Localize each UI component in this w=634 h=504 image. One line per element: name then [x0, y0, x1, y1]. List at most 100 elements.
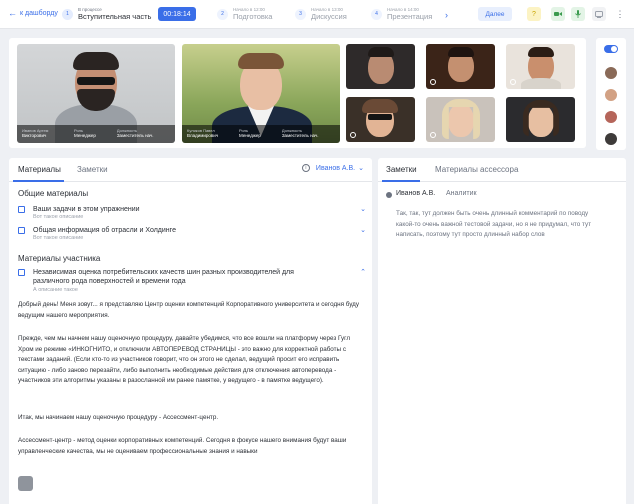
chevron-down-icon[interactable]: ⌄: [360, 226, 366, 234]
video-tile-small[interactable]: [506, 44, 575, 89]
document-icon: [18, 206, 25, 213]
caption-name-last: Викторович: [22, 133, 47, 138]
material-title-line-1: Независимая оценка потребительских качес…: [33, 269, 294, 276]
chevron-up-icon[interactable]: ⌃: [360, 268, 366, 276]
avatar[interactable]: [605, 133, 617, 145]
participant-video: [426, 44, 495, 89]
step-name: Дискуссия: [311, 12, 347, 21]
note-role: Аналитик: [446, 190, 477, 197]
caption-name-last: Владимирович: [187, 133, 219, 138]
participant-materials-title: Материалы участника: [18, 254, 101, 263]
material-item[interactable]: Ваши задачи в этом упражнении Вот такое …: [18, 205, 366, 223]
top-bar: ← к дашборду 1 В процессе Вступительная …: [0, 0, 634, 29]
step-name: Вступительная часть: [78, 12, 152, 21]
screen-share-icon: [595, 10, 603, 18]
caption-role-value: Менеджер: [74, 133, 96, 138]
material-title: Общая информация об отрасли и Холдинге: [33, 227, 176, 234]
user-icon: [386, 192, 392, 198]
chevron-down-icon: ⌄: [358, 165, 364, 172]
step-1[interactable]: 1 В процессе Вступительная часть: [62, 6, 151, 22]
avatar[interactable]: [605, 67, 617, 79]
camera-icon: [554, 12, 562, 16]
screen-share-button[interactable]: [592, 7, 606, 21]
note-author: Иванов А.В.: [396, 190, 436, 197]
material-paragraph: Прежде, чем мы начнем нашу оценочную про…: [18, 335, 351, 384]
tab-assessor-materials[interactable]: Материалы ассессора: [435, 165, 518, 174]
caption-position-value: Заместитель нач.: [116, 133, 154, 138]
avatar[interactable]: [605, 111, 617, 123]
participant-video: [506, 97, 575, 142]
step-name: Подготовка: [233, 12, 273, 21]
tab-materials[interactable]: Материалы: [18, 165, 61, 174]
microphone-off-icon: [430, 79, 436, 85]
step-2[interactable]: 2 Начало в 12:00 Подготовка: [217, 6, 272, 22]
chevron-down-icon[interactable]: ⌄: [360, 205, 366, 213]
common-materials-title: Общие материалы: [18, 189, 89, 198]
microphone-off-icon: [430, 132, 436, 138]
document-icon: [18, 227, 25, 234]
microphone-button[interactable]: [571, 7, 585, 21]
participant-video: [346, 97, 415, 142]
microphone-icon: [575, 10, 581, 18]
step-3[interactable]: 3 Начало в 13:00 Дискуссия: [295, 6, 347, 22]
back-label: к дашборду: [20, 9, 58, 17]
microphone-off-icon: [350, 132, 356, 138]
material-desc: А описание такое: [33, 287, 78, 293]
next-button[interactable]: Далее: [478, 7, 512, 21]
material-paragraph: Итак, мы начинаем нашу оценочную процеду…: [18, 414, 219, 421]
materials-tabs: Материалы Заметки i Иванов А.В. ⌄: [9, 158, 372, 182]
camera-button[interactable]: [551, 7, 565, 21]
video-tile-small[interactable]: [346, 97, 415, 142]
step-number: 2: [217, 8, 228, 20]
step-number: 3: [295, 8, 306, 20]
participant-video: [506, 44, 575, 89]
info-icon: i: [301, 164, 310, 172]
question-icon: ?: [532, 10, 536, 18]
step-4[interactable]: 4 Начало в 14:00 Презентация: [371, 6, 432, 22]
material-title-line-2: различного рода поверхностей и времени г…: [33, 278, 186, 285]
participant-caption: Куликов Павел Владимирович Роль Менеджер Д…: [182, 125, 340, 143]
active-tab-indicator: [382, 180, 420, 182]
video-tile-small[interactable]: [426, 44, 495, 89]
tab-notes[interactable]: Заметки: [386, 165, 417, 174]
document-icon: [18, 269, 25, 276]
materials-panel: Материалы Заметки i Иванов А.В. ⌄ Общие …: [9, 158, 372, 504]
back-to-dashboard-link[interactable]: ← к дашборду: [8, 8, 58, 18]
participant-video: [426, 97, 495, 142]
arrow-left-icon: ←: [8, 8, 17, 18]
notes-panel: Заметки Материалы ассессора Иванов А.В. …: [378, 158, 626, 504]
avatar[interactable]: [605, 89, 617, 101]
chevron-right-icon[interactable]: ›: [442, 9, 451, 20]
participants-rail: [596, 38, 626, 150]
material-desc: Вот такое описание: [33, 214, 84, 220]
material-title: Ваши задачи в этом упражнении: [33, 206, 140, 213]
step-name: Презентация: [387, 12, 433, 21]
more-vertical-icon: ⋮: [615, 8, 625, 19]
video-tile-small[interactable]: [426, 97, 495, 142]
step-number: 1: [62, 8, 73, 20]
material-paragraph: Ассессмент-центр - метод оценки корпорат…: [18, 437, 347, 455]
material-item-expanded[interactable]: Независимая оценка потребительских качес…: [18, 268, 366, 296]
help-button[interactable]: ?: [527, 7, 541, 21]
person-select-value: Иванов А.В.: [315, 164, 356, 172]
notes-tabs: Заметки Материалы ассессора: [378, 158, 626, 182]
material-desc: Вот такое описание: [33, 235, 84, 241]
note-text: Так, так, тут должен быть очень длинный …: [396, 210, 591, 238]
floating-action-button[interactable]: [18, 476, 33, 491]
stage-timer: 00:18:14: [158, 7, 196, 21]
video-tile-participant-1[interactable]: Иванов Артем Викторович Роль Менеджер Долж…: [17, 44, 175, 143]
video-tile-small[interactable]: [346, 44, 415, 89]
participant-video: [346, 44, 415, 89]
video-tile-participant-2[interactable]: Куликов Павел Владимирович Роль Менеджер Д…: [182, 44, 340, 143]
material-paragraph: Добрый день! Меня зовут... я представляю…: [18, 301, 359, 319]
person-select[interactable]: i Иванов А.В. ⌄: [301, 164, 364, 172]
video-tile-small[interactable]: [506, 97, 575, 142]
caption-role-value: Менеджер: [239, 133, 261, 138]
material-item[interactable]: Общая информация об отрасли и Холдинге В…: [18, 226, 366, 244]
tab-notes[interactable]: Заметки: [77, 165, 108, 174]
step-number: 4: [371, 8, 382, 20]
more-menu-button[interactable]: ⋮: [613, 7, 627, 21]
participant-caption: Иванов Артем Викторович Роль Менеджер Долж…: [17, 125, 175, 143]
layout-toggle[interactable]: [604, 45, 618, 53]
microphone-off-icon: [510, 79, 516, 85]
